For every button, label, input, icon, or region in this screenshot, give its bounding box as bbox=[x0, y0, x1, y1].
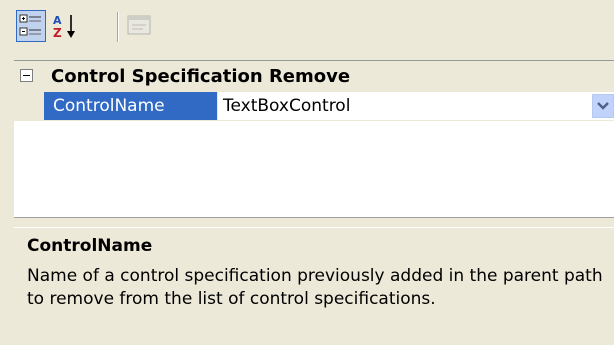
column-divider[interactable] bbox=[217, 92, 218, 120]
property-row[interactable]: ControlName TextBoxControl bbox=[14, 92, 614, 121]
collapse-icon[interactable] bbox=[20, 69, 33, 82]
help-panel: ControlName Name of a control specificat… bbox=[14, 227, 614, 345]
svg-text:Z: Z bbox=[53, 26, 62, 40]
sort-alphabetical-icon: A Z bbox=[53, 14, 75, 40]
property-grid-toolbar: A Z bbox=[0, 0, 614, 60]
property-pages-button[interactable] bbox=[125, 10, 155, 42]
categorized-view-icon bbox=[19, 14, 41, 36]
property-grid: Control Specification Remove ControlName… bbox=[14, 60, 614, 217]
toolbar-separator bbox=[117, 12, 118, 42]
category-label: Control Specification Remove bbox=[51, 66, 351, 87]
help-title: ControlName bbox=[27, 236, 153, 256]
help-splitter[interactable] bbox=[14, 217, 614, 227]
help-description: Name of a control specification previous… bbox=[27, 266, 603, 309]
property-row-gutter bbox=[14, 92, 44, 121]
dropdown-button[interactable] bbox=[592, 94, 614, 118]
categorized-view-button[interactable] bbox=[16, 10, 46, 42]
property-pages-icon bbox=[127, 15, 151, 35]
property-value[interactable]: TextBoxControl bbox=[223, 92, 350, 120]
category-row[interactable]: Control Specification Remove bbox=[14, 61, 614, 92]
chevron-down-icon bbox=[597, 102, 609, 110]
left-margin bbox=[0, 60, 14, 345]
property-name[interactable]: ControlName bbox=[44, 92, 217, 120]
alphabetical-sort-button[interactable]: A Z bbox=[50, 10, 80, 42]
